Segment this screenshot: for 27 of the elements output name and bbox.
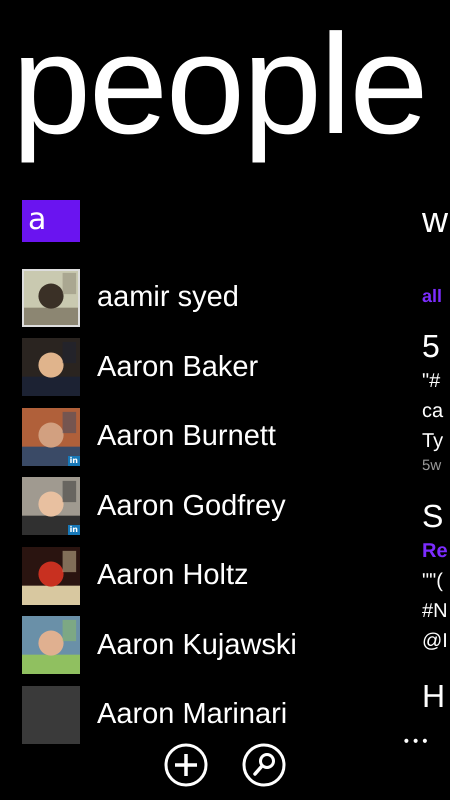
contact-name[interactable]: Aaron Godfrey [97,490,286,523]
add-icon[interactable] [164,743,208,787]
post-time: 5w [422,456,442,476]
post-text: #N [422,599,448,624]
post-text: ""( [422,569,444,594]
post-author: 5 [422,327,440,366]
filter-link[interactable]: all [422,286,448,326]
panel-title: w [422,198,448,242]
contact-name[interactable]: Aaron Kujawski [97,628,297,662]
page-title: people [11,4,426,166]
contact-name[interactable]: Aaron Baker [97,350,258,384]
avatar-placeholder [22,686,80,744]
post-source: Re [422,539,448,564]
search-icon[interactable] [242,743,286,787]
post-text: @I [422,629,448,654]
more-button[interactable]: ••• [402,734,430,750]
contact-name[interactable]: aamir syed [97,281,239,314]
contact-name[interactable]: Aaron Holtz [97,559,249,592]
post-text: "# [422,369,442,394]
post-text: ca [422,399,444,424]
letter-tile[interactable]: a [22,200,80,242]
post-author: S [422,497,444,536]
network-badge: in [68,525,80,536]
post-text: Ty [422,429,444,454]
contact-name[interactable]: Aaron Marinari [97,698,288,732]
post-author: H [422,677,446,716]
contact-name[interactable]: Aaron Burnett [97,420,276,454]
